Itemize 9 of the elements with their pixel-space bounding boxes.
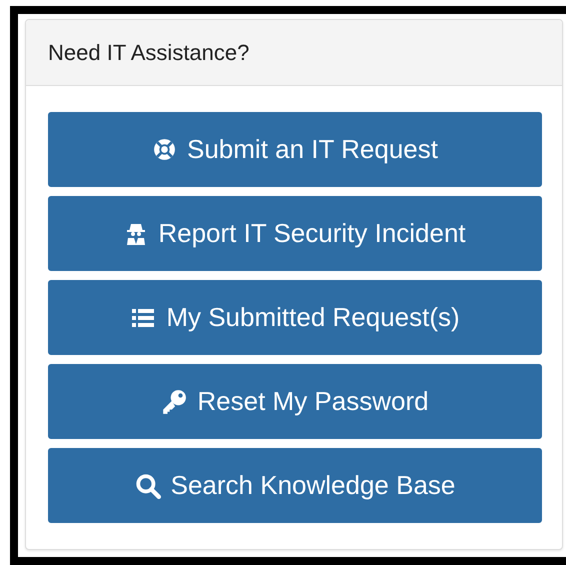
action-button[interactable]: Report IT Security Incident bbox=[48, 196, 542, 271]
key-icon bbox=[161, 388, 188, 414]
action-button[interactable]: Submit an IT Request bbox=[48, 112, 542, 187]
action-button[interactable]: Reset My Password bbox=[48, 364, 542, 439]
action-button[interactable]: Search Knowledge Base bbox=[48, 448, 542, 523]
lifebuoy-icon bbox=[152, 137, 177, 162]
search-icon bbox=[134, 472, 161, 498]
action-button[interactable]: My Submitted Request(s) bbox=[48, 280, 542, 355]
panel-title: Need IT Assistance? bbox=[48, 40, 250, 66]
